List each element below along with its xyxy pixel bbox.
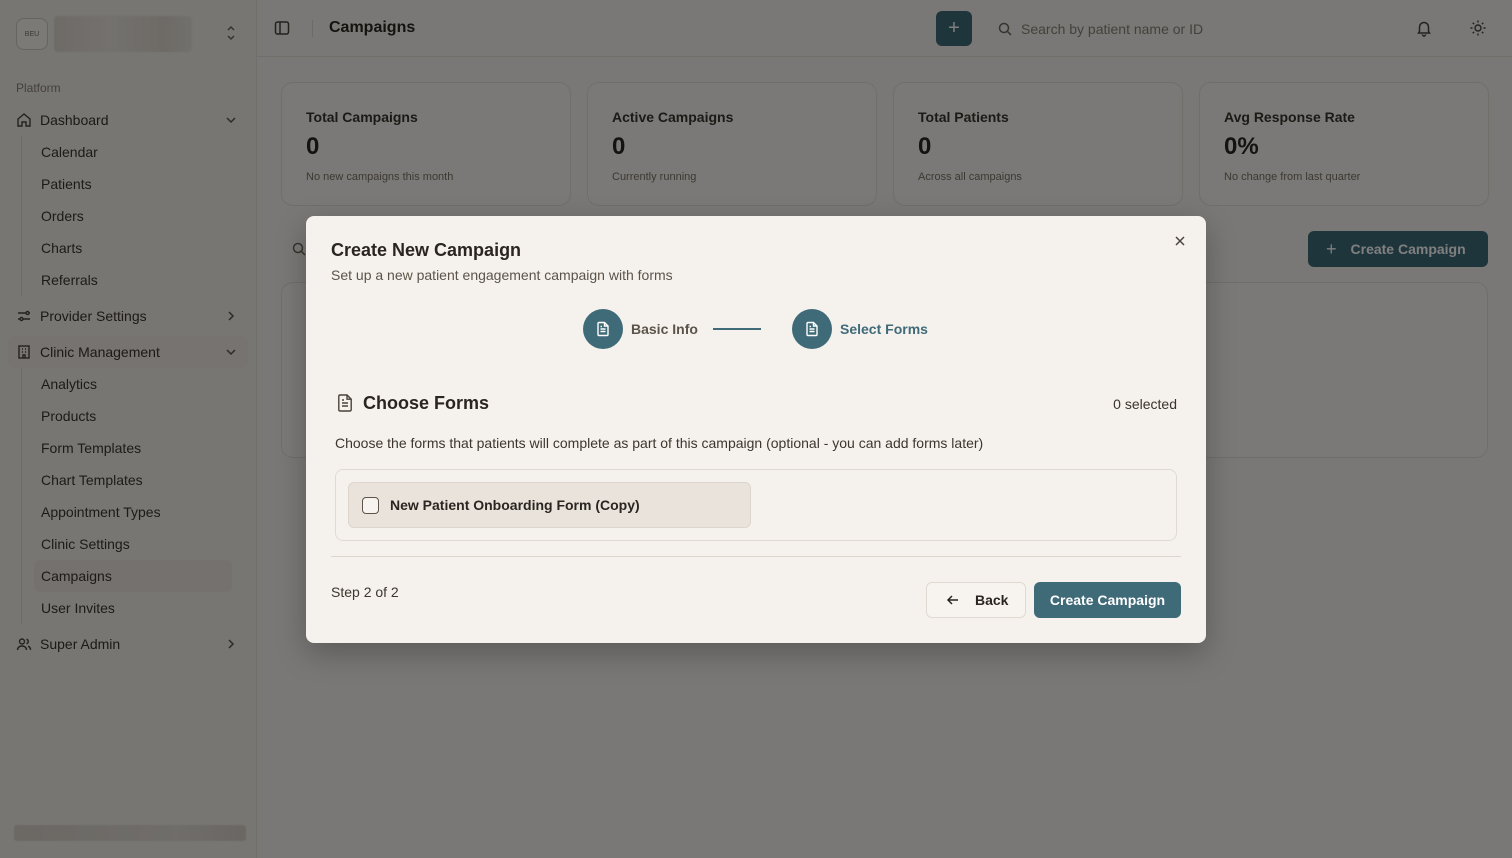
- forms-list: New Patient Onboarding Form (Copy): [335, 469, 1177, 541]
- back-button[interactable]: Back: [926, 582, 1026, 618]
- step-connector: [713, 328, 761, 330]
- create-campaign-submit-button[interactable]: Create Campaign: [1034, 582, 1181, 618]
- dialog-description: Set up a new patient engagement campaign…: [331, 267, 673, 283]
- step-indicator: Step 2 of 2: [331, 584, 399, 600]
- form-checkbox[interactable]: [362, 496, 379, 514]
- arrow-left-icon: [945, 592, 961, 608]
- step-label: Select Forms: [840, 321, 928, 337]
- selected-count: 0 selected: [1113, 396, 1177, 412]
- section-description: Choose the forms that patients will comp…: [335, 435, 984, 451]
- file-text-icon: [335, 393, 355, 413]
- section-title: Choose Forms: [363, 393, 490, 413]
- file-text-icon: [583, 309, 623, 349]
- dialog-divider: [331, 556, 1181, 557]
- back-label: Back: [975, 592, 1009, 608]
- form-name: New Patient Onboarding Form (Copy): [390, 497, 640, 513]
- dialog-title: Create New Campaign: [331, 240, 522, 260]
- step-basic-info[interactable]: Basic Info: [583, 309, 698, 349]
- create-campaign-dialog: Create New Campaign Set up a new patient…: [306, 216, 1206, 643]
- step-label: Basic Info: [631, 321, 698, 337]
- file-text-icon: [792, 309, 832, 349]
- step-select-forms[interactable]: Select Forms: [792, 309, 928, 349]
- form-option[interactable]: New Patient Onboarding Form (Copy): [348, 482, 751, 528]
- close-icon[interactable]: [1172, 233, 1188, 249]
